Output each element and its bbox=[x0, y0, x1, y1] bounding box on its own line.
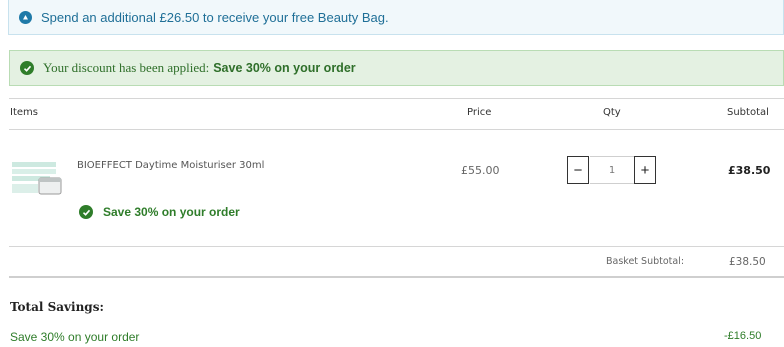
column-header-subtotal: Subtotal bbox=[727, 107, 769, 118]
free-gift-banner: Spend an additional £26.50 to receive yo… bbox=[8, 0, 784, 35]
total-savings-heading: Total Savings: bbox=[10, 300, 104, 314]
product-name-link[interactable]: BIOEFFECT Daytime Moisturiser 30ml bbox=[77, 160, 264, 171]
divider bbox=[9, 276, 784, 278]
savings-line-label: Save 30% on your order bbox=[10, 330, 140, 344]
quantity-input[interactable] bbox=[590, 156, 634, 184]
column-header-qty: Qty bbox=[603, 107, 621, 118]
basket-subtotal-label: Basket Subtotal: bbox=[606, 256, 685, 267]
basket-subtotal-value: £38.50 bbox=[729, 256, 766, 268]
decrease-quantity-button[interactable]: − bbox=[567, 156, 589, 184]
divider bbox=[9, 129, 784, 130]
info-icon bbox=[19, 10, 32, 24]
product-image[interactable] bbox=[11, 160, 63, 196]
savings-line-value: -£16.50 bbox=[724, 330, 762, 342]
line-item-promo: Save 30% on your order bbox=[79, 205, 240, 219]
discount-applied-banner: Your discount has been applied: Save 30%… bbox=[9, 50, 784, 86]
product-price: £55.00 bbox=[461, 164, 500, 177]
line-item-promo-text: Save 30% on your order bbox=[103, 205, 240, 219]
discount-name: Save 30% on your order bbox=[213, 61, 356, 75]
discount-message: Your discount has been applied: bbox=[43, 60, 210, 75]
divider bbox=[9, 246, 784, 247]
increase-quantity-button[interactable]: + bbox=[634, 156, 656, 184]
checkmark-icon bbox=[79, 205, 93, 219]
divider bbox=[9, 98, 784, 99]
free-gift-message: Spend an additional £26.50 to receive yo… bbox=[41, 9, 389, 25]
line-subtotal: £38.50 bbox=[728, 164, 771, 177]
checkmark-icon bbox=[20, 61, 34, 75]
column-header-items: Items bbox=[10, 107, 38, 118]
column-header-price: Price bbox=[467, 107, 492, 118]
